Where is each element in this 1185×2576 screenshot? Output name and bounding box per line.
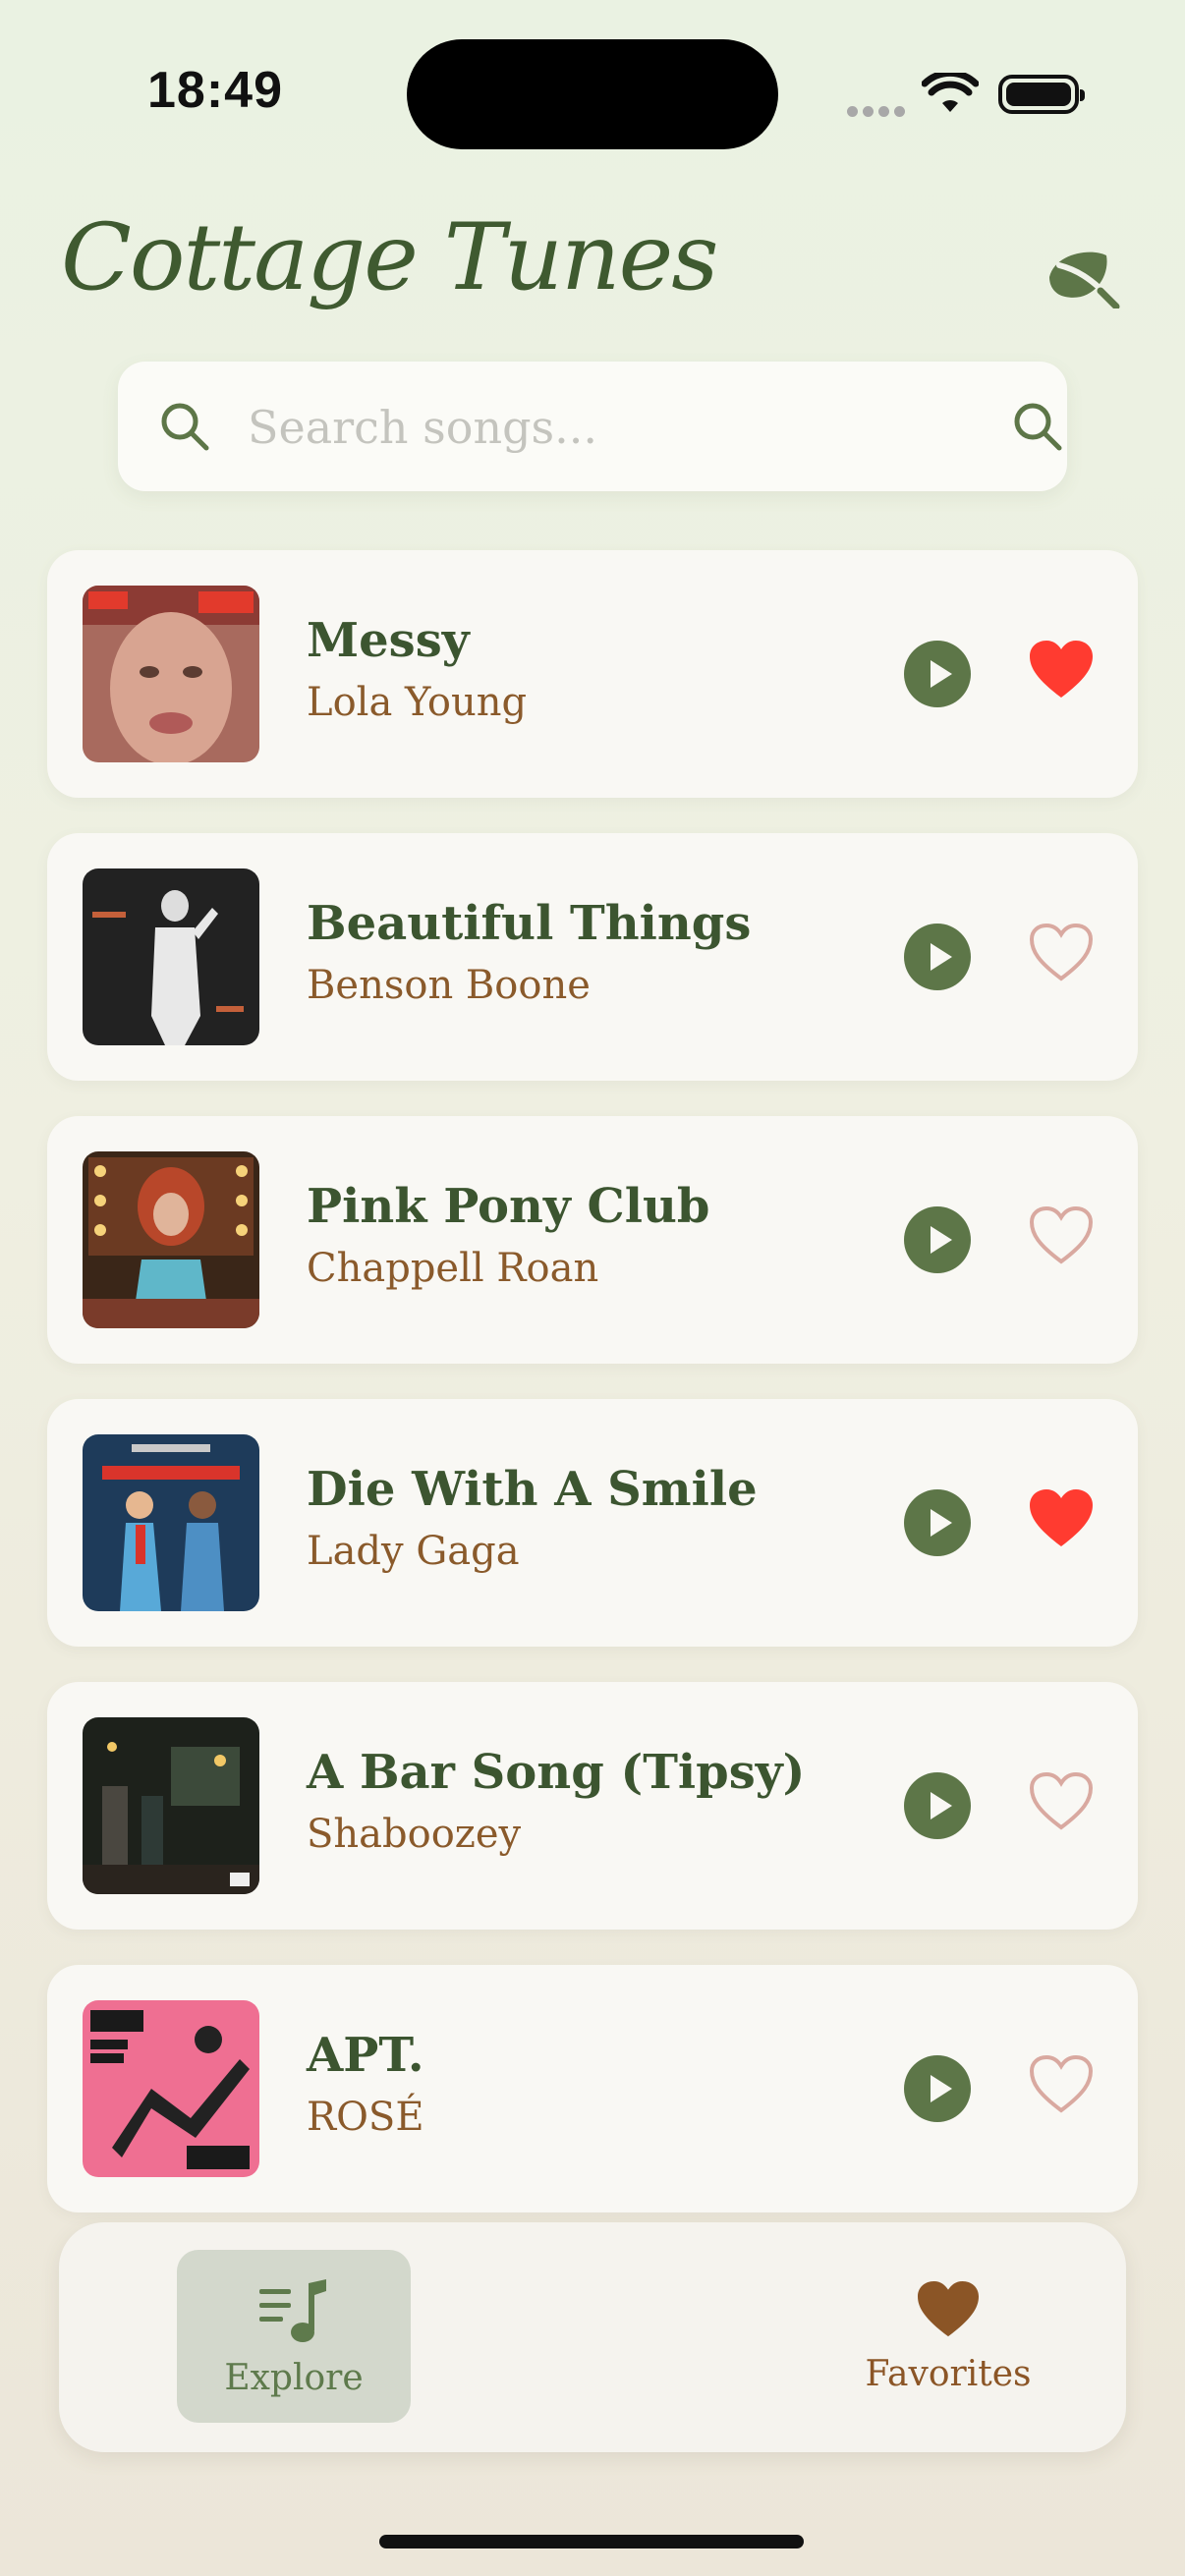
album-art — [83, 2000, 259, 2177]
heart-icon[interactable] — [1028, 639, 1095, 701]
song-artist: Lady Gaga — [307, 1529, 520, 1574]
album-art — [83, 586, 259, 762]
album-art — [83, 868, 259, 1045]
search-icon — [161, 403, 209, 451]
song-title: A Bar Song (Tipsy) — [307, 1745, 806, 1800]
tab-favorites[interactable]: Favorites — [806, 2250, 1091, 2423]
song-card[interactable]: A Bar Song (Tipsy) Shaboozey — [47, 1682, 1138, 1930]
song-title: APT. — [307, 2028, 424, 2083]
song-title: Beautiful Things — [307, 896, 752, 951]
dynamic-island — [407, 39, 778, 149]
song-title: Pink Pony Club — [307, 1179, 710, 1234]
tab-favorites-label: Favorites — [865, 2354, 1032, 2394]
app-title: Cottage Tunes — [61, 204, 718, 311]
tab-bar: Explore Favorites — [59, 2222, 1126, 2452]
album-art — [83, 1434, 259, 1611]
search-bar[interactable] — [118, 362, 1067, 491]
song-card[interactable]: APT. ROSÉ — [47, 1965, 1138, 2212]
play-button[interactable] — [904, 1206, 971, 1273]
heart-icon[interactable] — [1028, 922, 1095, 984]
play-button[interactable] — [904, 641, 971, 707]
heart-icon[interactable] — [1028, 1487, 1095, 1550]
song-card[interactable]: Messy Lola Young — [47, 550, 1138, 798]
cellular-signal-icon — [847, 102, 910, 121]
heart-icon[interactable] — [1028, 2053, 1095, 2116]
leaf-icon[interactable] — [1045, 248, 1120, 308]
song-artist: Benson Boone — [307, 963, 591, 1008]
heart-icon — [918, 2280, 979, 2337]
status-bar: 18:49 — [0, 0, 1185, 149]
search-submit-icon[interactable] — [1010, 399, 1065, 454]
song-card[interactable]: Pink Pony Club Chappell Roan — [47, 1116, 1138, 1364]
heart-icon[interactable] — [1028, 1770, 1095, 1833]
album-art — [83, 1717, 259, 1894]
song-artist: ROSÉ — [307, 2095, 424, 2140]
tab-explore-label: Explore — [224, 2358, 364, 2398]
heart-icon[interactable] — [1028, 1204, 1095, 1267]
play-button[interactable] — [904, 2055, 971, 2122]
song-title: Messy — [307, 613, 470, 668]
play-button[interactable] — [904, 1489, 971, 1556]
play-button[interactable] — [904, 924, 971, 990]
search-input[interactable] — [246, 391, 977, 464]
battery-icon — [998, 75, 1085, 114]
tab-explore[interactable]: Explore — [177, 2250, 411, 2423]
music-list-icon — [259, 2279, 326, 2342]
song-card[interactable]: Beautiful Things Benson Boone — [47, 833, 1138, 1081]
song-title: Die With A Smile — [307, 1462, 758, 1517]
song-artist: Chappell Roan — [307, 1246, 599, 1291]
wifi-icon — [922, 73, 979, 112]
song-artist: Lola Young — [307, 680, 528, 725]
home-indicator[interactable] — [379, 2535, 804, 2548]
song-card[interactable]: Die With A Smile Lady Gaga — [47, 1399, 1138, 1647]
album-art — [83, 1151, 259, 1328]
song-artist: Shaboozey — [307, 1812, 522, 1857]
status-time: 18:49 — [147, 62, 283, 119]
play-button[interactable] — [904, 1772, 971, 1839]
